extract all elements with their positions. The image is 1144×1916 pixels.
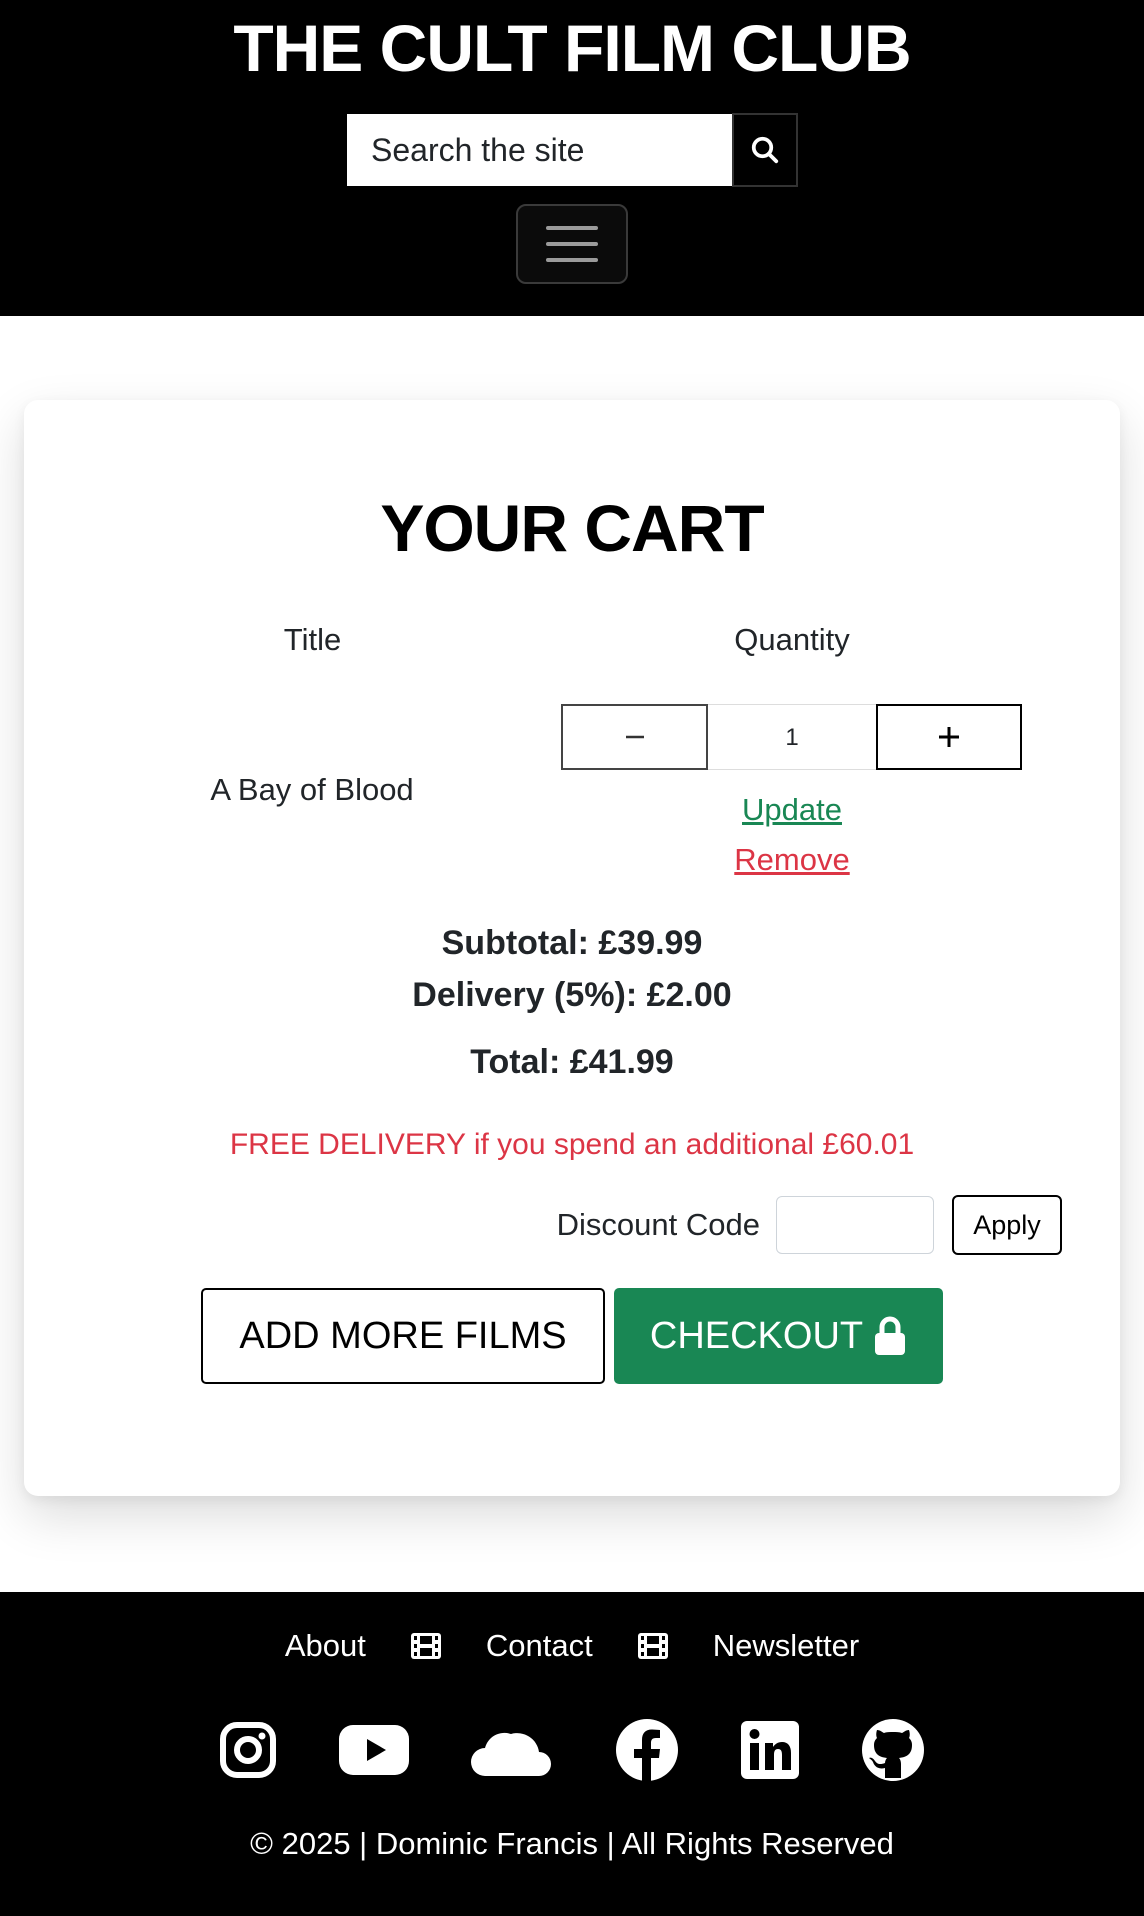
site-footer: About Contact Newsletter © 2025 | Domini… <box>0 1592 1144 1916</box>
column-header-title: Title <box>283 622 342 657</box>
column-header-quantity: Quantity <box>734 622 850 657</box>
search-input[interactable] <box>347 114 733 186</box>
discount-code-label: Discount Code <box>556 1207 760 1242</box>
search-icon <box>751 136 779 164</box>
apply-discount-button[interactable]: Apply <box>952 1195 1062 1255</box>
hamburger-icon-bar <box>546 226 598 230</box>
hamburger-icon-bar <box>546 258 598 262</box>
footer-link-newsletter[interactable]: Newsletter <box>713 1628 859 1664</box>
cart-heading: YOUR CART <box>380 491 764 565</box>
film-icon <box>637 1633 668 1659</box>
footer-nav: About Contact Newsletter <box>0 1628 1144 1664</box>
menu-toggle-button[interactable] <box>516 204 628 284</box>
hamburger-icon-bar <box>546 242 598 246</box>
social-links <box>0 1718 1144 1787</box>
linkedin-icon[interactable] <box>741 1721 799 1784</box>
free-delivery-message: FREE DELIVERY if you spend an additional… <box>229 1128 915 1161</box>
total-text: Total: £41.99 <box>470 1043 674 1081</box>
film-icon <box>410 1633 441 1659</box>
github-icon[interactable] <box>861 1718 925 1787</box>
soundcloud-icon[interactable] <box>471 1722 553 1783</box>
facebook-icon[interactable] <box>615 1718 679 1787</box>
footer-link-contact[interactable]: Contact <box>486 1628 593 1664</box>
add-more-films-button[interactable]: ADD MORE FILMS <box>201 1288 605 1384</box>
copyright-text: © 2025 | Dominic Francis | All Rights Re… <box>250 1826 894 1861</box>
instagram-icon[interactable] <box>219 1721 277 1784</box>
delivery-text: Delivery (5%): £2.00 <box>412 976 732 1014</box>
remove-link[interactable]: Remove <box>692 842 892 878</box>
checkout-label: CHECKOUT <box>649 1314 864 1357</box>
increment-button[interactable] <box>876 704 1022 770</box>
search-button[interactable] <box>732 113 798 187</box>
discount-code-input[interactable] <box>776 1196 934 1254</box>
minus-icon <box>625 735 644 739</box>
site-header: THE CULT FILM CLUB <box>0 0 1144 316</box>
add-more-films-label: ADD MORE FILMS <box>239 1314 567 1357</box>
site-title[interactable]: THE CULT FILM CLUB <box>0 10 1144 86</box>
decrement-button[interactable] <box>561 704 708 770</box>
cart-item-title: A Bay of Blood <box>210 772 414 807</box>
update-link[interactable]: Update <box>692 792 892 828</box>
lock-icon <box>875 1316 906 1355</box>
quantity-stepper: 1 <box>561 704 1022 770</box>
subtotal-text: Subtotal: £39.99 <box>441 924 703 962</box>
quantity-input[interactable]: 1 <box>708 704 876 770</box>
checkout-button[interactable]: CHECKOUT <box>614 1288 943 1384</box>
plus-icon <box>939 727 959 747</box>
footer-link-about[interactable]: About <box>285 1628 366 1664</box>
youtube-icon[interactable] <box>339 1725 409 1780</box>
